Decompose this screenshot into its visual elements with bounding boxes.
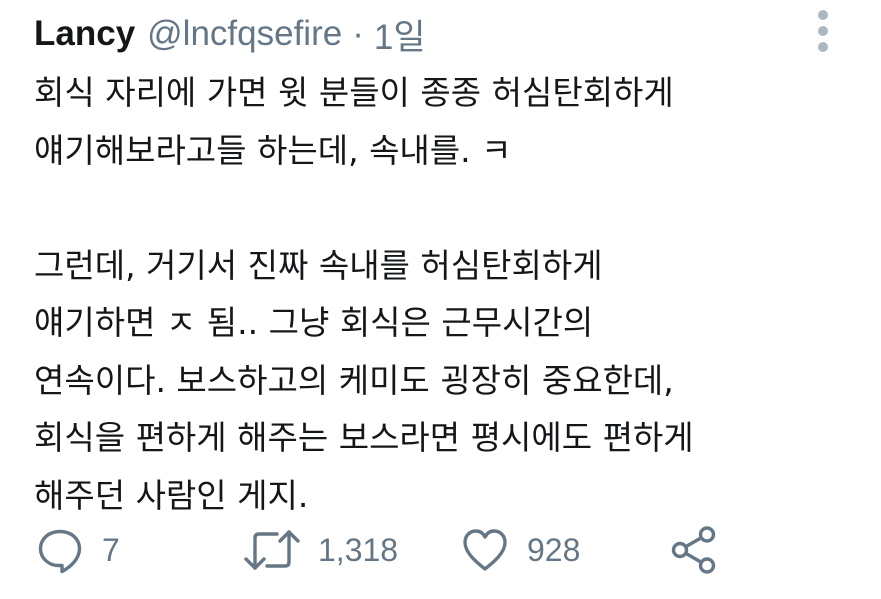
- more-dot: [818, 42, 828, 52]
- like-button[interactable]: 928: [461, 520, 580, 580]
- tweet-text-line: 그런데, 거기서 진짜 속내를 허심탄회하게: [34, 245, 603, 285]
- author-name[interactable]: Lancy: [34, 14, 135, 54]
- header-separator: ·: [352, 14, 364, 53]
- tweet-timestamp[interactable]: 1일: [374, 9, 426, 60]
- reply-count: 7: [102, 531, 120, 568]
- author-handle[interactable]: @lncfqsefire: [147, 14, 342, 54]
- reply-button[interactable]: 7: [36, 520, 120, 580]
- tweet-text-line: 연속이다. 보스하고의 케미도 굉장히 중요한데,: [34, 360, 674, 400]
- retweet-button[interactable]: 1,318: [244, 520, 398, 580]
- retweet-count: 1,318: [318, 531, 399, 568]
- tweet-text-line: [34, 179, 864, 237]
- share-button[interactable]: [670, 520, 718, 580]
- tweet-text: 회식 자리에 가면 윗 분들이 종종 허심탄회하게 얘기해보라고들 하는데, 속…: [34, 64, 864, 524]
- share-icon: [671, 526, 716, 574]
- like-count: 928: [527, 531, 581, 568]
- tweet-text-line: 회식을 편하게 해주는 보스라면 평시에도 편하게: [34, 418, 694, 457]
- tweet-text-line: 회식 자리에 가면 윗 분들이 종종 허심탄회하게: [34, 73, 674, 112]
- heart-icon: [463, 529, 507, 571]
- tweet-header: Lancy @lncfqsefire · 1일: [34, 12, 426, 57]
- tweet-text-line: 얘기하면 ㅈ 됨.. 그냥 회식은 근무시간의: [34, 303, 594, 342]
- tweet-text-line: 얘기해보라고들 하는데, 속내를. ㅋ: [34, 130, 512, 170]
- more-vertical-icon[interactable]: [808, 10, 838, 52]
- tweet[interactable]: Lancy @lncfqsefire · 1일 회식 자리에 가면 윗 분들이 …: [0, 0, 881, 599]
- tweet-actions: 7 1,318 928: [0, 520, 881, 580]
- tweet-text-line: 해주던 사람인 게지.: [34, 475, 309, 515]
- retweet-icon: [244, 530, 300, 570]
- more-dot: [818, 26, 828, 36]
- more-dot: [818, 10, 828, 20]
- reply-icon: [38, 529, 82, 574]
